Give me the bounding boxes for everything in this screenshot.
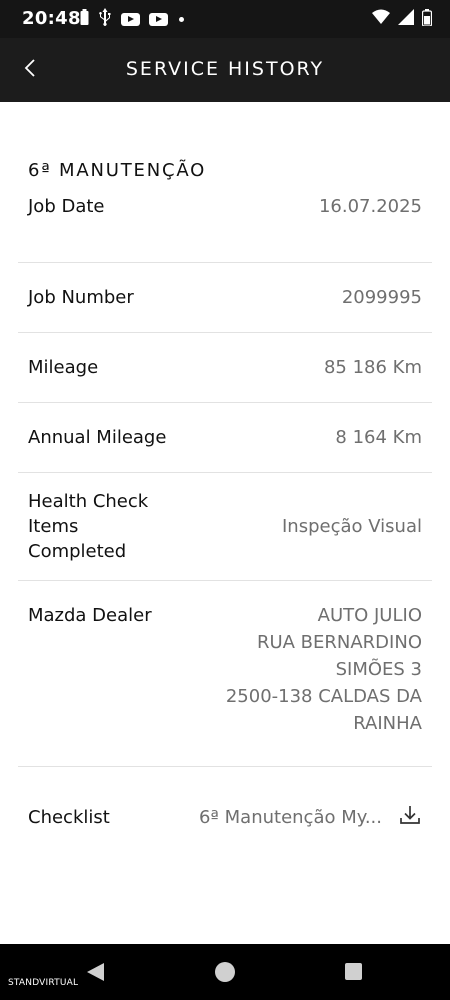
status-icons-left: [80, 8, 184, 30]
label-line: Completed: [28, 541, 127, 562]
nav-back-icon[interactable]: [87, 963, 104, 981]
row-label: Job Date: [28, 196, 105, 217]
watermark: STANDVIRTUAL: [8, 978, 79, 988]
detail-row-checklist: Checklist 6ª Manutenção My...: [18, 767, 432, 867]
section-title: 6ª MANUTENÇÃO: [28, 160, 207, 181]
battery-icon: [421, 8, 433, 30]
wifi-icon: [372, 9, 390, 29]
row-label: Health Check Items Completed: [28, 489, 188, 564]
youtube-icon: [149, 12, 168, 26]
checklist-file[interactable]: 6ª Manutenção My...: [199, 805, 422, 829]
row-value: 16.07.2025: [318, 196, 422, 217]
detail-row-dealer: Mazda Dealer AUTO JULIO RUA BERNARDINO S…: [18, 581, 432, 767]
row-value: Inspeção Visual: [282, 516, 422, 537]
address-line: SIMÕES 3: [335, 659, 422, 680]
label-line: Health Check: [28, 491, 149, 512]
system-nav-bar: [0, 944, 450, 1000]
address-line: RAINHA: [353, 713, 422, 734]
address-line: AUTO JULIO: [317, 605, 422, 626]
service-details: 6ª MANUTENÇÃO Job Date 16.07.2025 Job Nu…: [18, 102, 432, 867]
battery-saver-icon: [80, 9, 89, 29]
download-icon: [399, 804, 421, 830]
detail-row-job-number: Job Number 2099995: [18, 263, 432, 333]
row-value: 85 186 Km: [323, 357, 422, 378]
notification-dot-icon: [179, 16, 184, 22]
usb-icon: [98, 8, 112, 30]
row-label: Job Number: [28, 287, 134, 308]
nav-recents-icon[interactable]: [345, 963, 362, 980]
label-line: Items: [28, 516, 79, 537]
row-value: 2099995: [341, 287, 422, 308]
address-line: 2500-138 CALDAS DA: [225, 686, 422, 707]
detail-row-health-check: Health Check Items Completed Inspeção Vi…: [18, 473, 432, 581]
address-line: RUA BERNARDINO: [256, 632, 422, 653]
status-time: 20:48: [22, 8, 81, 29]
nav-home-icon[interactable]: [215, 962, 235, 982]
signal-icon: [398, 9, 414, 29]
youtube-icon: [121, 12, 140, 26]
status-bar: 20:48: [0, 0, 450, 38]
checklist-file-name[interactable]: 6ª Manutenção My...: [199, 807, 382, 828]
dealer-address: AUTO JULIO RUA BERNARDINO SIMÕES 3 2500-…: [192, 602, 422, 766]
row-label: Mileage: [28, 357, 99, 378]
row-label: Checklist: [28, 806, 110, 828]
detail-row-mileage: Mileage 85 186 Km: [18, 333, 432, 403]
detail-row-annual-mileage: Annual Mileage 8 164 Km: [18, 403, 432, 473]
download-button[interactable]: [398, 805, 422, 829]
page-title: SERVICE HISTORY: [125, 58, 325, 80]
detail-row-job-date: Job Date 16.07.2025: [18, 181, 432, 263]
row-label: Annual Mileage: [28, 427, 167, 448]
row-label: Mazda Dealer: [28, 605, 152, 626]
row-value: 8 164 Km: [335, 427, 422, 448]
status-icons-right: [372, 8, 433, 30]
app-header: SERVICE HISTORY: [0, 38, 450, 102]
